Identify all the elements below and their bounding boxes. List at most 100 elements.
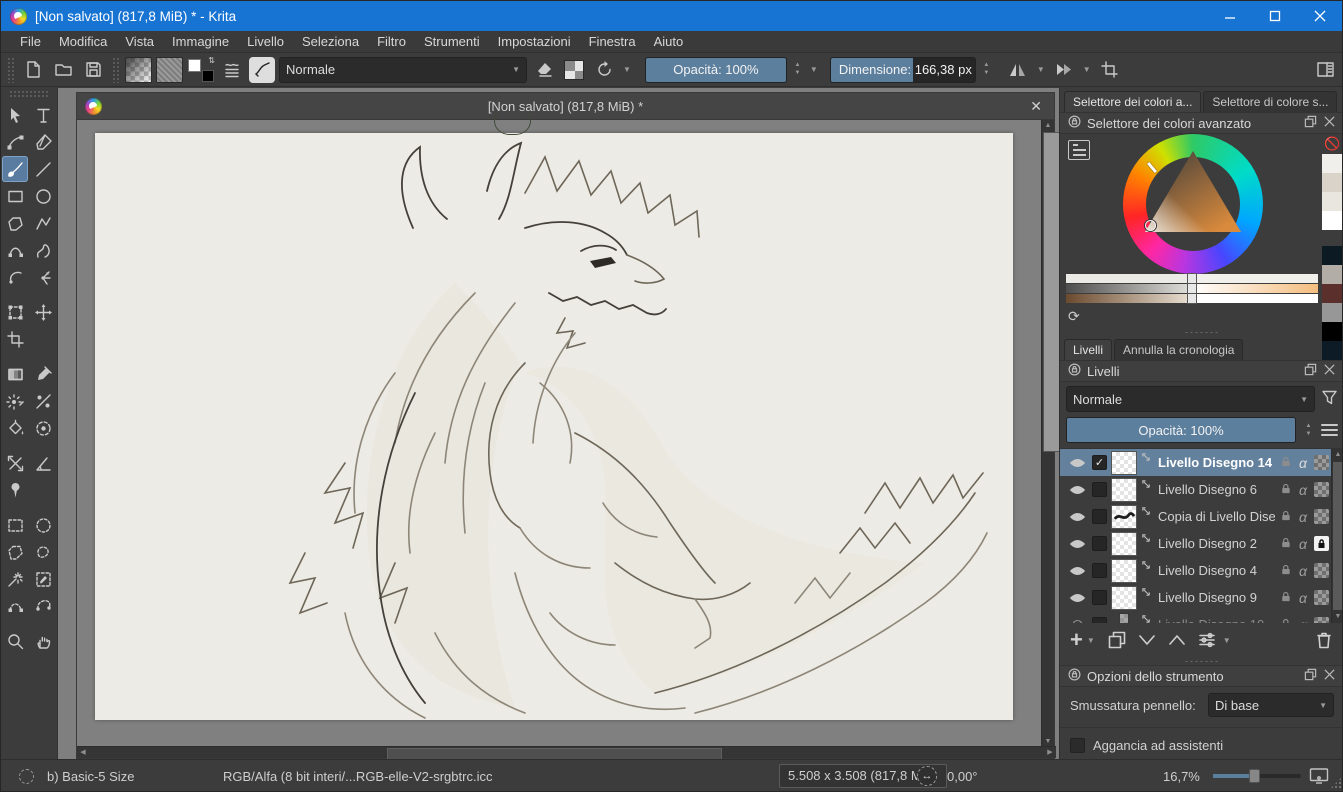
layer-inherit-alpha-icon[interactable] [1314,617,1329,623]
menu-seleziona[interactable]: Seleziona [293,32,368,51]
reference-images-tool[interactable] [2,477,28,503]
close-panel-icon[interactable] [1323,115,1336,131]
menu-file[interactable]: File [11,32,50,51]
layer-inherit-alpha-icon[interactable] [1314,590,1329,605]
layer-checkbox[interactable] [1092,563,1107,578]
gradient-chooser-button[interactable] [125,56,152,83]
scroll-left-icon[interactable]: ◀ [77,747,89,759]
lock-panel-icon[interactable] [1068,668,1081,684]
layer-lock-icon[interactable] [1279,563,1292,579]
bezier-selection-tool[interactable] [2,593,28,619]
layers-scrollbar[interactable]: ▲ ▼ [1331,449,1342,623]
layer-alpha-icon[interactable]: α [1296,617,1310,624]
color-swatch[interactable] [1322,230,1342,246]
brush-editor-button[interactable] [249,56,275,83]
layer-visibility-icon[interactable] [1066,619,1088,623]
colorize-mask-tool[interactable] [2,388,28,414]
move-layer-down-button[interactable] [1137,630,1157,650]
color-sampler-tool[interactable] [30,361,56,387]
layer-checkbox[interactable] [1092,536,1107,551]
layer-inherit-alpha-icon[interactable] [1314,482,1329,497]
canvas-viewport[interactable] [77,120,1042,748]
layer-visibility-icon[interactable] [1066,511,1088,523]
brush-presets-button[interactable] [219,57,245,83]
layer-lock-icon[interactable] [1279,590,1292,606]
opacity-slider[interactable]: Opacità: 100% [644,56,787,83]
assistants-tool[interactable] [2,450,28,476]
color-selector-settings-icon[interactable] [1068,140,1090,160]
brush-size-slider[interactable]: Dimensione: 166,38 px [829,56,976,83]
dock-tab[interactable]: Selettore dei colori a... [1064,91,1202,112]
layer-lock-icon[interactable] [1279,455,1292,471]
opacity-spinner[interactable]: ▲ ▼ [791,62,804,76]
layers-menu-icon[interactable] [1321,424,1338,436]
dock-tab[interactable]: Annulla la cronologia [1114,339,1244,360]
zoom-level-value[interactable]: 16,7% [1163,760,1200,791]
layer-row[interactable]: Livello Disegno 4 α [1060,557,1331,584]
toolbar-grip[interactable] [112,56,119,83]
menu-impostazioni[interactable]: Impostazioni [489,32,580,51]
fill-tool[interactable] [2,415,28,441]
gradient-tool[interactable] [2,361,28,387]
float-panel-icon[interactable] [1304,668,1317,684]
layer-visibility-icon[interactable] [1066,484,1088,496]
no-color-icon[interactable]: 🚫 [1322,134,1342,154]
layer-blending-mode-dropdown[interactable]: Normale ▼ [1066,386,1315,412]
brush-preset-name[interactable]: b) Basic-5 Size [47,760,134,791]
layer-row[interactable]: Livello Disegno 2 α [1060,530,1331,557]
layer-lock-icon[interactable] [1279,482,1292,498]
polyline-tool[interactable] [30,210,56,236]
canvas-rotation-icon[interactable]: ↔ [917,766,937,786]
layer-filter-icon[interactable] [1321,389,1338,409]
lock-panel-icon[interactable] [1068,363,1081,379]
layer-inherit-alpha-icon[interactable] [1314,563,1329,578]
color-swatch[interactable] [1322,265,1342,284]
layer-visibility-icon[interactable] [1066,592,1088,604]
ellipse-tool[interactable] [30,183,56,209]
reload-preset-button[interactable] [591,57,617,83]
resize-grip[interactable] [1330,777,1342,789]
layer-visibility-icon[interactable] [1066,457,1088,469]
value-slider[interactable] [1066,293,1318,304]
toolbar-grip[interactable] [7,56,14,83]
layer-row[interactable]: ✓ Livello Disegno 14 α [1060,449,1331,476]
crop-tool[interactable] [2,326,28,352]
swap-colors-icon[interactable]: ⇅ [208,56,215,65]
toolbox-grip[interactable] [9,90,49,98]
layer-checkbox[interactable] [1092,617,1107,623]
select-shapes-tool[interactable] [2,102,28,128]
dock-splitter[interactable] [1060,657,1342,665]
foreground-color[interactable] [188,58,201,72]
wraparound-mode-button[interactable] [1051,57,1077,83]
rectangular-selection-tool[interactable] [2,512,28,538]
minimize-button[interactable] [1207,1,1252,31]
eraser-mode-button[interactable] [531,57,557,83]
brush-smoothing-dropdown[interactable]: Di base ▼ [1208,693,1334,717]
color-panel-header[interactable]: Selettore dei colori avanzato [1060,112,1342,134]
blending-mode-dropdown[interactable]: Normale ▼ [279,56,527,83]
layers-panel-header[interactable]: Livelli [1060,360,1342,382]
layer-alpha-icon[interactable]: α [1296,482,1310,498]
mirror-horizontal-button[interactable] [1005,57,1031,83]
layer-alpha-icon[interactable]: α [1296,563,1310,579]
layer-visibility-icon[interactable] [1066,565,1088,577]
fit-to-screen-icon[interactable] [1309,760,1329,791]
canvas-rotation-value[interactable]: 0,00° [947,760,978,791]
chevron-down-icon[interactable]: ▼ [621,65,633,74]
float-panel-icon[interactable] [1304,115,1317,131]
preserve-alpha-button[interactable] [561,57,587,83]
color-swatch[interactable] [1322,284,1342,303]
menu-immagine[interactable]: Immagine [163,32,238,51]
layer-checkbox[interactable] [1092,590,1107,605]
magnetic-selection-tool[interactable] [30,593,56,619]
menu-filtro[interactable]: Filtro [368,32,415,51]
edit-shapes-tool[interactable] [2,129,28,155]
workspace-chooser-button[interactable] [1312,57,1338,83]
scroll-up-icon[interactable]: ▲ [1332,449,1342,461]
chevron-down-icon[interactable]: ▼ [808,65,820,74]
tool-options-header[interactable]: Opzioni dello strumento [1060,665,1342,687]
add-layer-button[interactable]: + [1070,629,1083,651]
menu-livello[interactable]: Livello [238,32,293,51]
layer-inherit-alpha-icon[interactable] [1314,536,1329,551]
freehand-path-tool[interactable] [30,237,56,263]
